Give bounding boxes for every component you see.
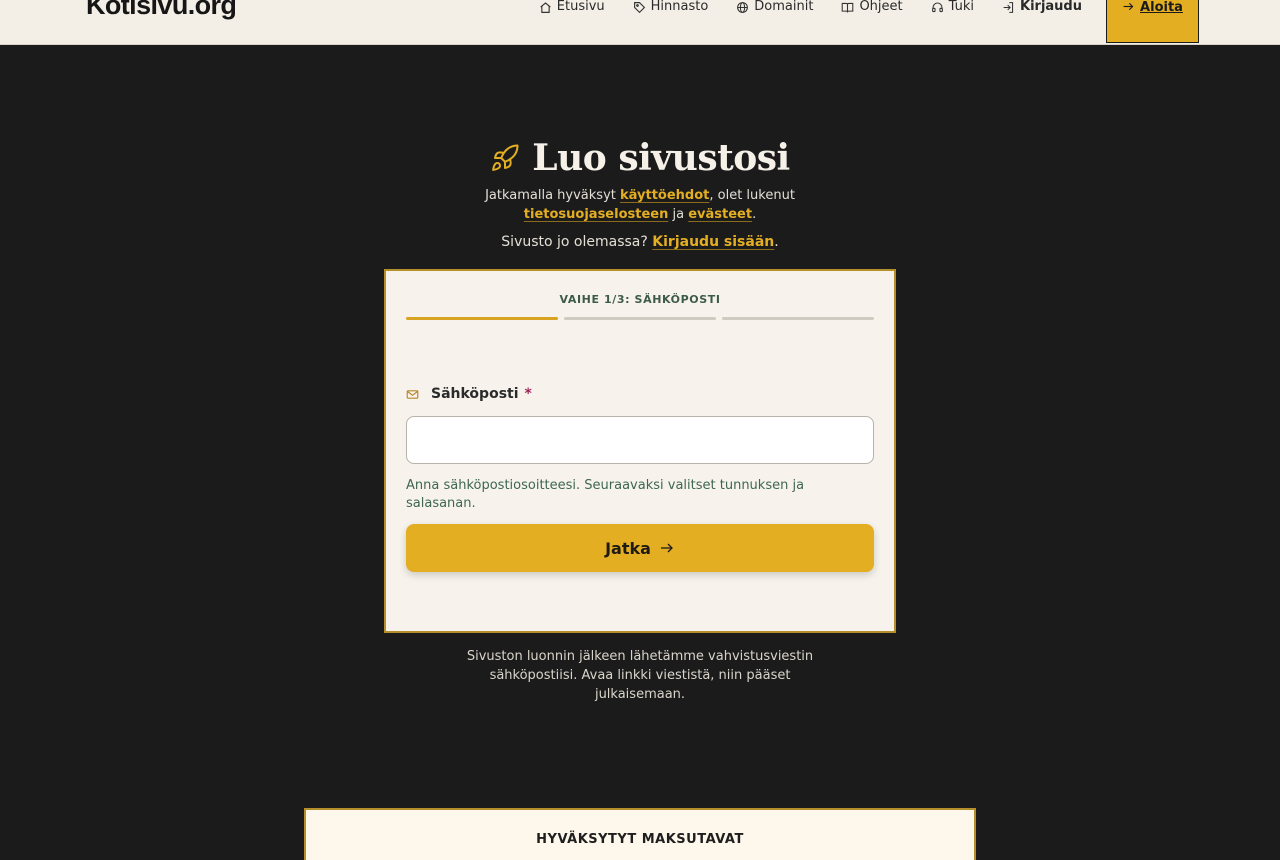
step-progress: [406, 317, 874, 320]
tag-icon: [633, 1, 645, 13]
nav-item-domainit[interactable]: Domainit: [736, 0, 813, 14]
cookies-link[interactable]: evästeet: [688, 207, 752, 222]
terms-link[interactable]: käyttöehdot: [620, 188, 709, 203]
start-button-label: Aloita: [1140, 0, 1183, 15]
nav-item-ohjeet[interactable]: Ohjeet: [841, 0, 903, 14]
continue-button-label: Jatka: [605, 538, 651, 558]
page-heading: Luo sivustosi: [0, 137, 1280, 179]
arrow-right-icon: [660, 543, 673, 553]
globe-icon: [737, 1, 749, 13]
main-nav: Etusivu Hinnasto Domainit Ohjeet Tuki Ki…: [511, 0, 1199, 43]
terms-text: .: [752, 207, 757, 222]
site-logo[interactable]: Kotisivu.org: [86, 0, 237, 20]
continue-button[interactable]: Jatka: [406, 524, 874, 572]
terms-text: ja: [668, 207, 689, 222]
nav-item-etusivu[interactable]: Etusivu: [539, 0, 605, 14]
existing-site-text: .: [774, 234, 779, 250]
step-label: VAIHE 1/3: SÄHKÖPOSTI: [559, 293, 721, 306]
nav-label: Domainit: [754, 0, 814, 14]
nav-label: Kirjaudu: [1020, 0, 1082, 14]
privacy-link[interactable]: tietosuojaselosteen: [524, 207, 669, 222]
book-icon: [842, 2, 854, 12]
terms-text: Jatkamalla hyväksyt: [485, 188, 620, 203]
verification-note: Sivuston luonnin jälkeen lähetämme vahvi…: [466, 649, 814, 702]
login-link[interactable]: Kirjaudu sisään: [652, 234, 774, 250]
payment-methods-box: HYVÄKSYTYT MAKSUTAVAT: [304, 808, 976, 860]
payment-methods-title: HYVÄKSYTYT MAKSUTAVAT: [536, 832, 744, 847]
nav-label: Etusivu: [556, 0, 605, 14]
nav-label: Ohjeet: [859, 0, 903, 14]
terms-notice: Jatkamalla hyväksyt käyttöehdot, olet lu…: [440, 186, 840, 224]
login-icon: [1003, 1, 1014, 13]
email-label-text: Sähköposti: [431, 386, 519, 402]
nav-item-hinnasto[interactable]: Hinnasto: [633, 0, 709, 14]
nav-label: Hinnasto: [650, 0, 709, 14]
existing-site-text: Sivusto jo olemassa?: [501, 234, 653, 250]
nav-item-tuki[interactable]: Tuki: [931, 0, 974, 14]
page-title: Luo sivustosi: [532, 137, 790, 179]
top-navigation-bar: Kotisivu.org Etusivu Hinnasto Domainit O…: [0, 0, 1280, 45]
existing-site-notice: Sivusto jo olemassa? Kirjaudu sisään.: [0, 234, 1280, 250]
nav-item-kirjaudu[interactable]: Kirjaudu: [1002, 0, 1082, 14]
nav-label: Tuki: [948, 0, 974, 14]
progress-step-1: [406, 317, 558, 320]
headset-icon: [931, 2, 943, 12]
terms-text: , olet lukenut: [709, 188, 795, 203]
rocket-icon: [492, 144, 519, 171]
start-button[interactable]: Aloita: [1106, 0, 1199, 43]
arrow-right-icon: [1123, 2, 1134, 11]
email-hint: Anna sähköpostiosoitteesi. Seuraavaksi v…: [406, 478, 805, 511]
progress-step-3: [722, 317, 874, 320]
email-input[interactable]: [406, 416, 874, 464]
signup-card: VAIHE 1/3: SÄHKÖPOSTI Sähköposti * Anna …: [384, 269, 896, 633]
home-icon: [540, 1, 551, 13]
email-label: Sähköposti *: [406, 386, 532, 402]
required-mark: *: [524, 386, 532, 402]
progress-step-2: [564, 317, 716, 320]
mail-icon: [406, 389, 419, 399]
